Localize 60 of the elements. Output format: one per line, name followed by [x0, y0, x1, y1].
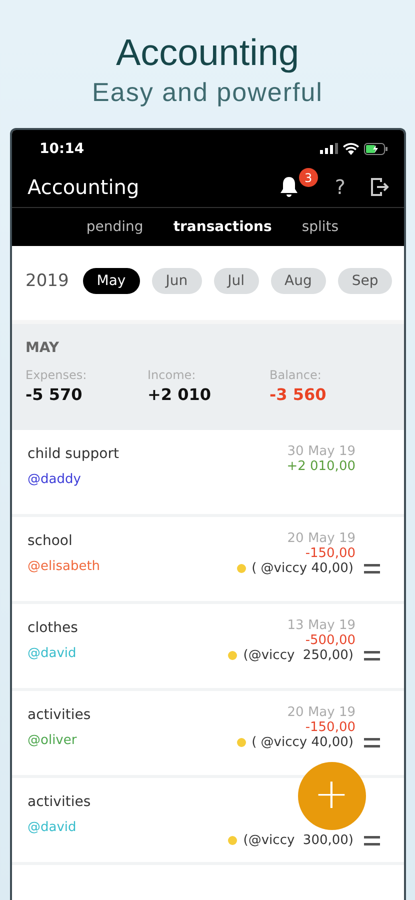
stat-value: -3 560: [270, 385, 328, 404]
transaction-date: 20 May 19: [287, 705, 356, 720]
transaction-title: activities: [28, 707, 91, 723]
split-text: (@viccy 250,00): [243, 648, 354, 663]
transaction-handle: @elisabeth: [28, 559, 100, 574]
status-time: 10:14: [40, 140, 84, 156]
notification-badge: 3: [298, 168, 318, 187]
month-chip[interactable]: Jul: [214, 268, 258, 294]
transaction-handle: @oliver: [28, 733, 78, 748]
transaction-amount: +2 010,00: [286, 459, 356, 474]
menu-icon[interactable]: [364, 836, 380, 846]
transaction-title: school: [28, 533, 74, 549]
transaction-handle: @david: [28, 646, 78, 661]
promo-subtitle: Easy and powerful: [92, 76, 323, 108]
transaction-amount: -150,00: [305, 720, 356, 735]
month-chip[interactable]: Aug: [270, 268, 326, 294]
menu-icon[interactable]: [364, 738, 380, 748]
status-dot-icon: [228, 651, 238, 660]
app-title: Accounting: [28, 175, 140, 199]
menu-icon[interactable]: [364, 564, 380, 574]
transaction-title: clothes: [28, 620, 78, 636]
transaction-row[interactable]: clothes @david 13 May 19 -500,00 (@viccy 250,00): [12, 604, 404, 691]
transaction-title: activities: [28, 794, 91, 810]
status-dot-icon: [228, 836, 238, 845]
logout-icon[interactable]: [370, 177, 390, 197]
split-text: ( @viccy 40,00): [252, 735, 354, 750]
help-button[interactable]: ?: [334, 175, 346, 199]
transaction-handle: @daddy: [28, 472, 82, 487]
wifi-icon: [342, 142, 358, 154]
transaction-handle: @david: [28, 820, 78, 835]
battery-icon: [364, 142, 388, 154]
stat-label: Balance:: [270, 368, 322, 382]
transaction-amount: -500,00: [305, 633, 356, 648]
transaction-amount: -150,00: [305, 546, 356, 561]
split-text: (@viccy 300,00): [243, 833, 354, 848]
tab[interactable]: transactions: [173, 219, 272, 235]
tab[interactable]: pending: [86, 219, 144, 235]
stat-label: Income:: [148, 368, 197, 382]
transaction-date: 30 May 19: [287, 444, 356, 459]
summary-month: MAY: [26, 340, 60, 356]
status-dot-icon: [236, 738, 246, 747]
signal-icon: [320, 143, 338, 154]
stat-value: -5 570: [26, 385, 84, 404]
month-chip[interactable]: Sep: [338, 268, 392, 294]
transaction-row[interactable]: child support @daddy 30 May 19 +2 010,00: [12, 430, 404, 517]
stat-label: Expenses:: [26, 368, 88, 382]
status-dot-icon: [236, 564, 246, 573]
transaction-row[interactable]: school @elisabeth 20 May 19 -150,00 ( @viccy 40,00): [12, 517, 404, 604]
year-label: 2019: [26, 271, 69, 291]
month-chip[interactable]: Jun: [152, 268, 202, 294]
menu-icon[interactable]: [364, 650, 380, 660]
promo-title: Accounting: [116, 31, 300, 75]
stat-value: +2 010: [148, 385, 212, 404]
transaction-title: child support: [28, 446, 119, 462]
split-text: ( @viccy 40,00): [252, 561, 354, 576]
transaction-date: 20 May 19: [287, 531, 356, 546]
tab[interactable]: splits: [302, 219, 339, 235]
month-chip[interactable]: May: [82, 268, 140, 294]
bell-icon[interactable]: [278, 176, 299, 198]
transaction-date: 13 May 19: [287, 618, 356, 633]
